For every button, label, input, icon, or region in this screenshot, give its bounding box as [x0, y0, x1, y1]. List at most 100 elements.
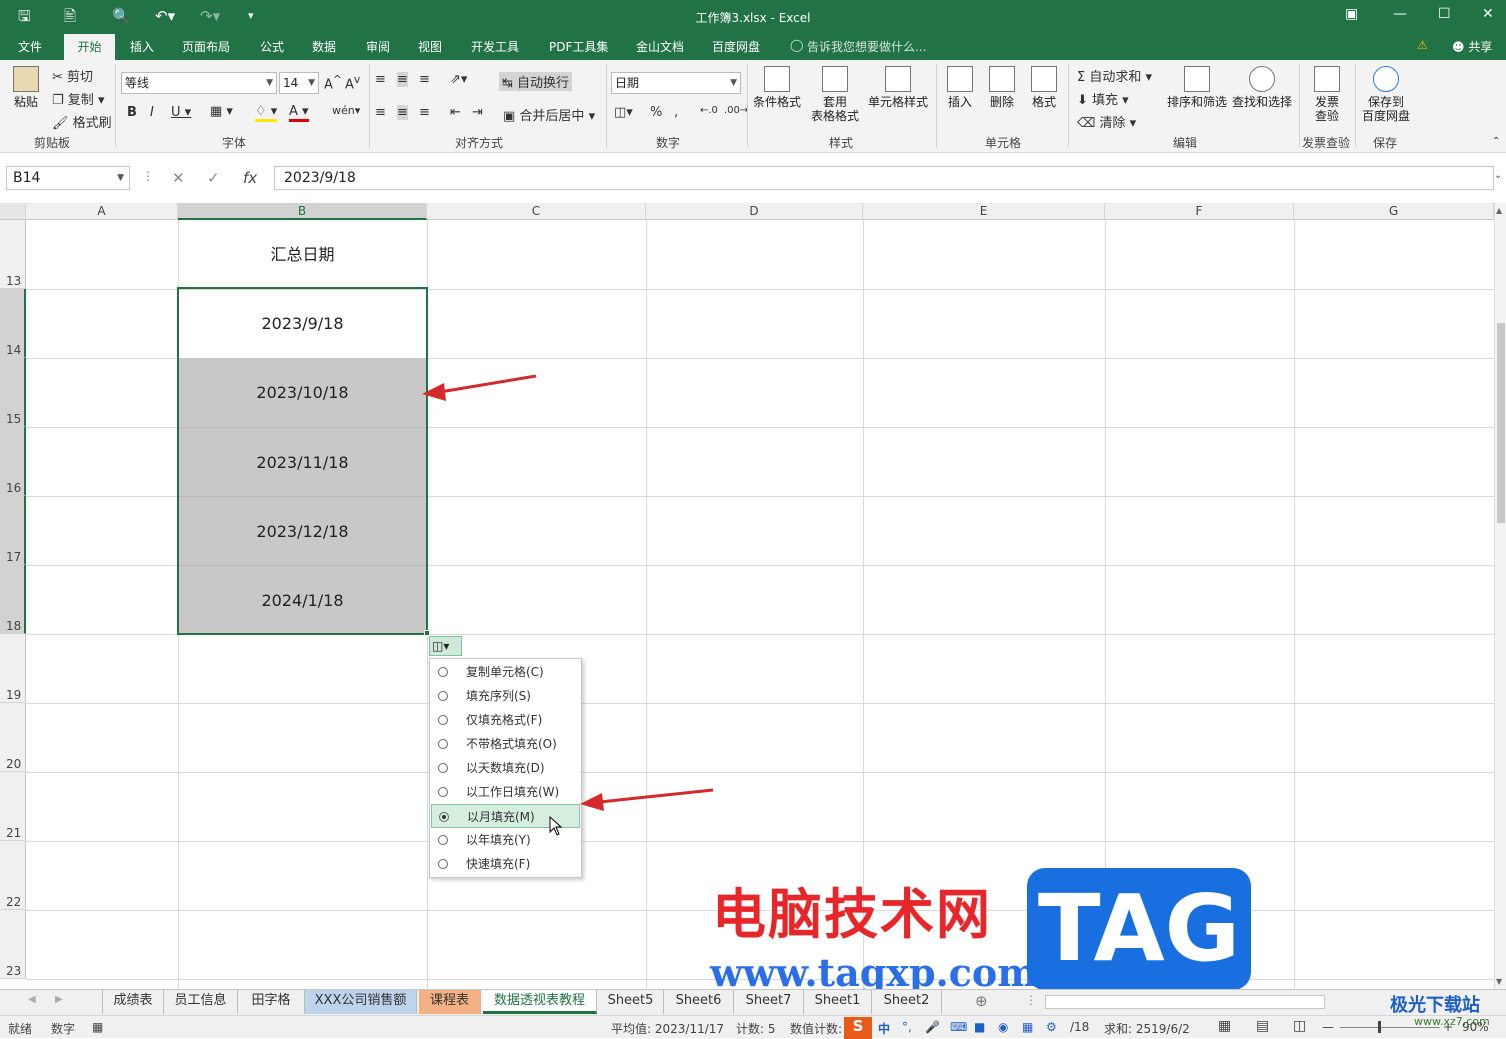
- tab-file[interactable]: 文件: [18, 38, 42, 55]
- insert-function-icon[interactable]: fx: [243, 169, 257, 187]
- col-header-e[interactable]: E: [863, 203, 1105, 220]
- align-middle-icon[interactable]: ≡: [397, 72, 408, 87]
- underline-icon[interactable]: U ▾: [171, 105, 191, 120]
- sheet-tab-active[interactable]: 数据透视表教程: [483, 990, 597, 1014]
- sheet-tab[interactable]: 员工信息: [164, 990, 238, 1014]
- warning-icon[interactable]: ⚠: [1417, 38, 1428, 52]
- tab-page-layout[interactable]: 页面布局: [182, 38, 230, 55]
- tab-formulas[interactable]: 公式: [260, 38, 284, 55]
- tab-review[interactable]: 审阅: [366, 38, 390, 55]
- select-all-corner[interactable]: [0, 203, 26, 220]
- cell-b13-header[interactable]: 汇总日期: [178, 220, 427, 289]
- decrease-indent-icon[interactable]: ⇤: [450, 105, 461, 120]
- row-header-15[interactable]: 15: [0, 358, 26, 427]
- ribbon-display-icon[interactable]: ▣: [1345, 6, 1358, 22]
- name-box[interactable]: B14 ▼: [6, 166, 130, 190]
- page-break-view-icon[interactable]: ◫: [1293, 1018, 1306, 1034]
- increase-indent-icon[interactable]: ⇥: [472, 105, 483, 120]
- italic-icon[interactable]: I: [150, 105, 154, 120]
- collapse-ribbon-icon[interactable]: ⌃: [1492, 136, 1500, 147]
- find-select-button[interactable]: 查找和选择: [1231, 66, 1293, 109]
- comma-icon[interactable]: ,: [674, 105, 678, 120]
- row-header-13[interactable]: 13: [0, 220, 26, 289]
- enter-icon[interactable]: ✓: [207, 169, 220, 187]
- col-header-a[interactable]: A: [26, 203, 178, 220]
- cell-styles-button[interactable]: 单元格样式: [867, 66, 929, 109]
- cut-button[interactable]: ✂ 剪切: [52, 66, 93, 85]
- scroll-up-icon[interactable]: ▲: [1496, 206, 1502, 215]
- align-top-icon[interactable]: ≡: [375, 72, 386, 87]
- tab-developer[interactable]: 开发工具: [471, 38, 519, 55]
- chevron-down-icon[interactable]: ▼: [117, 167, 124, 189]
- sheet-tab[interactable]: Sheet5: [598, 990, 664, 1014]
- sheet-tab[interactable]: 课程表: [419, 990, 481, 1014]
- autofill-options-button[interactable]: ◫▾: [429, 636, 462, 656]
- delete-cells-button[interactable]: 删除: [986, 66, 1018, 109]
- expand-formula-icon[interactable]: ⌄: [1494, 170, 1502, 181]
- col-header-f[interactable]: F: [1105, 203, 1294, 220]
- row-header-21[interactable]: 21: [0, 772, 26, 841]
- clear-button[interactable]: ⌫ 清除 ▾: [1077, 112, 1136, 131]
- menu-item-flash-fill[interactable]: 快速填充(F): [431, 852, 580, 876]
- zoom-out-icon[interactable]: —: [1322, 1020, 1334, 1034]
- tab-kdocs[interactable]: 金山文档: [636, 38, 684, 55]
- col-header-d[interactable]: D: [646, 203, 863, 220]
- paste-button[interactable]: 粘贴: [8, 66, 44, 109]
- sheet-tab[interactable]: 田字格: [238, 990, 305, 1014]
- format-painter-button[interactable]: 🖌 格式刷: [52, 112, 112, 131]
- phonetic-icon[interactable]: wén▾: [332, 104, 360, 117]
- menu-item-copy-cells[interactable]: 复制单元格(C): [431, 660, 580, 684]
- normal-view-icon[interactable]: ▦: [1218, 1018, 1231, 1034]
- menu-item-fill-formatting[interactable]: 仅填充格式(F): [431, 708, 580, 732]
- ime-logo-icon[interactable]: S: [844, 1017, 872, 1039]
- format-cells-button[interactable]: 格式: [1028, 66, 1060, 109]
- prev-sheet-icon[interactable]: ◀: [28, 994, 36, 1005]
- col-header-c[interactable]: C: [427, 203, 646, 220]
- microphone-icon[interactable]: 🎤: [925, 1020, 940, 1034]
- minimize-icon[interactable]: —: [1393, 6, 1407, 22]
- sheet-tab[interactable]: 成绩表: [102, 990, 164, 1014]
- copy-button[interactable]: ❐ 复制 ▾: [52, 89, 104, 108]
- decrease-decimal-icon[interactable]: .00→: [724, 105, 748, 116]
- menu-item-fill-no-format[interactable]: 不带格式填充(O): [431, 732, 580, 756]
- row-header-22[interactable]: 22: [0, 841, 26, 910]
- game-icon[interactable]: ◉: [998, 1020, 1008, 1034]
- merge-center-button[interactable]: ▣ 合并后居中 ▾: [503, 105, 595, 124]
- autosum-button[interactable]: Σ 自动求和 ▾: [1077, 66, 1152, 85]
- fill-color-icon[interactable]: ♢ ▾: [255, 104, 278, 122]
- tab-pdf[interactable]: PDF工具集: [549, 38, 608, 55]
- col-header-b[interactable]: B: [178, 203, 427, 220]
- bold-icon[interactable]: B: [127, 105, 137, 120]
- share-button[interactable]: ☻ 共享: [1452, 38, 1492, 55]
- maximize-icon[interactable]: ☐: [1438, 6, 1451, 22]
- tab-data[interactable]: 数据: [312, 38, 336, 55]
- tab-baidu[interactable]: 百度网盘: [712, 38, 760, 55]
- wrap-text-button[interactable]: ↹ 自动换行: [499, 72, 573, 91]
- tab-home[interactable]: 开始: [64, 34, 115, 60]
- row-header-18[interactable]: 18: [0, 565, 26, 634]
- vertical-scrollbar[interactable]: ▲ ▼: [1494, 203, 1506, 989]
- cell-b16[interactable]: 2023/11/18: [178, 427, 427, 496]
- formula-input[interactable]: 2023/9/18: [274, 166, 1494, 190]
- sheet-tab[interactable]: XXX公司销售额: [305, 990, 417, 1014]
- font-name-select[interactable]: 等线 ▼: [121, 72, 277, 94]
- align-left-icon[interactable]: ≡: [375, 105, 386, 120]
- row-header-19[interactable]: 19: [0, 634, 26, 703]
- percent-icon[interactable]: %: [650, 105, 662, 120]
- row-header-16[interactable]: 16: [0, 427, 26, 496]
- cancel-icon[interactable]: ✕: [172, 169, 185, 187]
- table-format-button[interactable]: 套用 表格格式: [806, 66, 864, 123]
- row-header-17[interactable]: 17: [0, 496, 26, 565]
- menu-item-fill-weekdays[interactable]: 以工作日填充(W): [431, 780, 580, 804]
- save-baidu-button[interactable]: 保存到 百度网盘: [1360, 66, 1412, 123]
- zoom-slider-thumb[interactable]: [1378, 1021, 1381, 1033]
- insert-cells-button[interactable]: 插入: [944, 66, 976, 109]
- font-color-icon[interactable]: A ▾: [289, 104, 309, 122]
- currency-icon[interactable]: ◫▾: [614, 105, 633, 120]
- cell-b18[interactable]: 2024/1/18: [178, 565, 427, 634]
- cell-b14[interactable]: 2023/9/18: [178, 289, 427, 358]
- shrink-font-icon[interactable]: Av: [345, 73, 360, 92]
- font-size-select[interactable]: 14 ▼: [279, 72, 319, 94]
- ime-chinese-icon[interactable]: 中: [878, 1020, 890, 1037]
- apps-icon[interactable]: ▦: [1022, 1020, 1033, 1034]
